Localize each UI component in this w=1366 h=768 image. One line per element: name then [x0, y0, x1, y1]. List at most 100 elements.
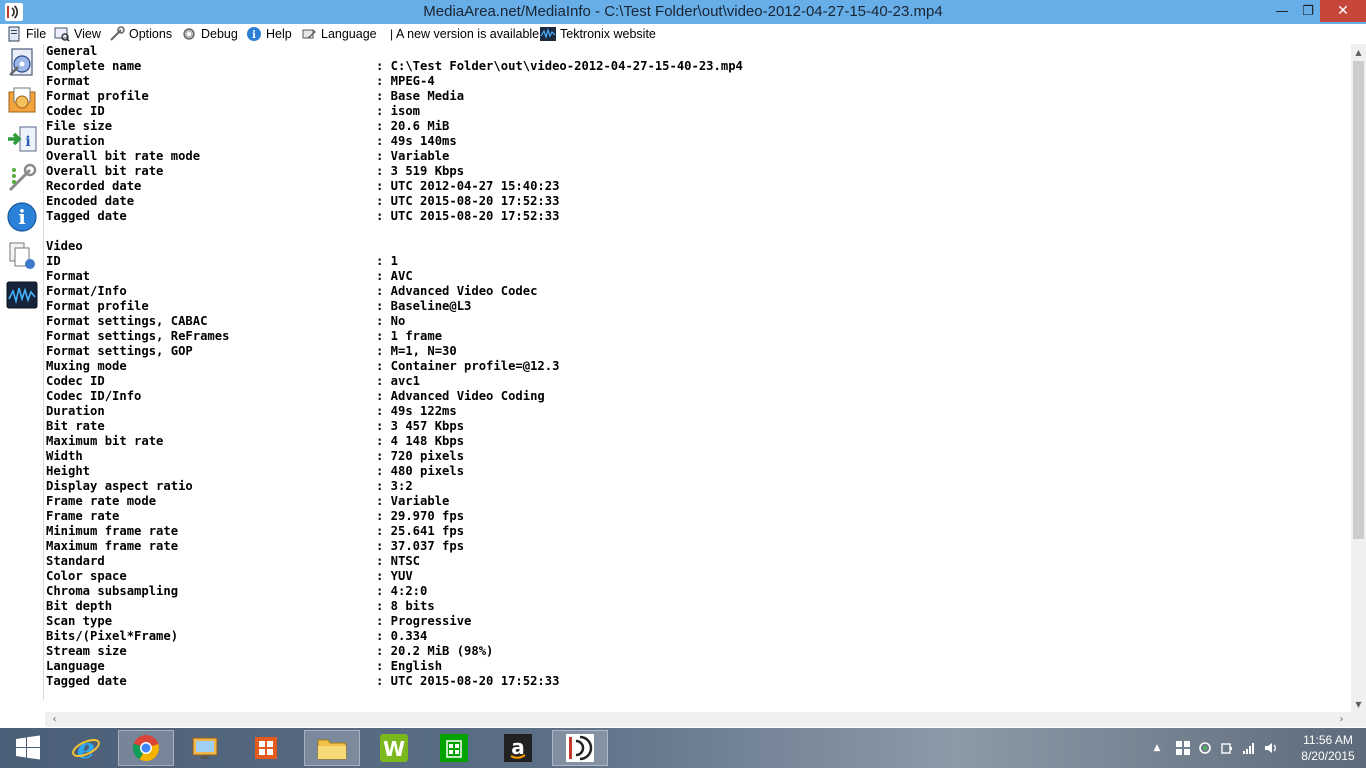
taskbar-file-explorer[interactable]: [304, 730, 360, 766]
show-hidden-icons-button[interactable]: ▲: [1149, 741, 1165, 755]
start-button[interactable]: [0, 730, 56, 766]
report-row: ID : 1: [46, 254, 398, 269]
word-perfect-icon: W: [380, 734, 408, 762]
start-icon: [16, 735, 40, 760]
report-row: Complete name: C:\Test Folder\out\video-…: [46, 59, 743, 74]
field-value: : 29.970 fps: [376, 509, 465, 523]
report-text-area[interactable]: General Complete name: C:\Test Folder\out…: [45, 44, 1351, 712]
debug-icon: [183, 28, 195, 40]
field-value: : 1 frame: [376, 329, 443, 343]
power-tray-icon[interactable]: [1219, 741, 1235, 755]
report-row: Format settings, ReFrames: 1 frame: [46, 329, 442, 344]
menu-view[interactable]: View: [54, 25, 101, 43]
report-row: Frame rate: 29.970 fps: [46, 509, 464, 524]
sheet-view-button[interactable]: [5, 239, 39, 273]
scroll-down-arrow-icon[interactable]: ▼: [1351, 696, 1366, 712]
field-key: Minimum frame rate: [46, 524, 179, 538]
preferences-button[interactable]: [5, 161, 39, 195]
field-value: : 37.037 fps: [376, 539, 465, 553]
taskbar-office[interactable]: [238, 730, 294, 766]
field-key: Complete name: [46, 59, 142, 73]
tektronix-website-label: Tektronix website: [560, 27, 656, 41]
menu-options[interactable]: Options: [109, 25, 172, 43]
field-key: Language: [46, 659, 105, 673]
taskbar-internet-explorer[interactable]: e: [58, 730, 114, 766]
report-row: Format/Info: Advanced Video Codec: [46, 284, 537, 299]
tektronix-button[interactable]: [5, 278, 39, 312]
field-key: Duration: [46, 134, 105, 148]
field-value: : 480 pixels: [376, 464, 465, 478]
field-value: : 25.641 fps: [376, 524, 465, 538]
report-row: Encoded date: UTC 2015-08-20 17:52:33: [46, 194, 559, 209]
open-file-icon: [9, 48, 33, 76]
field-value: : 4:2:0: [376, 584, 428, 598]
field-value: : 3 457 Kbps: [376, 419, 465, 433]
menu-language[interactable]: Language: [301, 25, 377, 43]
report-row: Maximum frame rate: 37.037 fps: [46, 539, 464, 554]
new-version-link[interactable]: A new version is available: [396, 25, 539, 43]
taskbar-clock[interactable]: 11:56 AM 8/20/2015: [1296, 732, 1360, 764]
field-value: : 3:2: [376, 479, 413, 493]
menu-view-label: View: [74, 27, 101, 41]
window-title: MediaArea.net/MediaInfo - C:\Test Folder…: [423, 3, 943, 20]
field-key: Bit depth: [46, 599, 113, 613]
field-value: : MPEG-4: [376, 74, 435, 88]
scroll-right-arrow-icon[interactable]: ›: [1334, 712, 1349, 727]
field-key: Maximum bit rate: [46, 434, 164, 448]
report-row: Scan type: Progressive: [46, 614, 471, 629]
field-value: : Variable: [376, 149, 450, 163]
report-row: Duration: 49s 140ms: [46, 134, 457, 149]
tektronix-website-link[interactable]: Tektronix website: [540, 25, 656, 43]
open-folder-button[interactable]: [5, 83, 39, 117]
field-key: Height: [46, 464, 91, 478]
tektronix-icon: [540, 27, 556, 41]
sync-tray-icon[interactable]: [1197, 741, 1213, 755]
field-value: : English: [376, 659, 443, 673]
taskbar-word-perfect[interactable]: W: [366, 730, 422, 766]
windows-flag-tray-icon[interactable]: [1175, 741, 1191, 755]
field-value: : Advanced Video Coding: [376, 389, 545, 403]
scroll-up-arrow-icon[interactable]: ▲: [1351, 44, 1366, 60]
report-row: Codec ID/Info: Advanced Video Coding: [46, 389, 545, 404]
menu-file[interactable]: File: [6, 25, 46, 43]
taskbar-store[interactable]: [426, 730, 482, 766]
about-button[interactable]: i: [5, 200, 39, 234]
taskbar-mediainfo[interactable]: [552, 730, 608, 766]
taskbar-remote-desktop[interactable]: [178, 730, 234, 766]
open-file-button[interactable]: [5, 46, 39, 80]
title-bar[interactable]: MediaArea.net/MediaInfo - C:\Test Folder…: [0, 0, 1366, 24]
field-key: Format: [46, 269, 91, 283]
vertical-scroll-thumb[interactable]: [1353, 61, 1364, 539]
office-icon: [255, 737, 277, 759]
close-button[interactable]: ✕: [1320, 0, 1366, 22]
taskbar-chrome[interactable]: [118, 730, 174, 766]
field-value: : YUV: [376, 569, 413, 583]
scroll-left-arrow-icon[interactable]: ‹: [47, 712, 62, 727]
field-key: ID: [46, 254, 61, 268]
field-key: Color space: [46, 569, 127, 583]
field-value: : Variable: [376, 494, 450, 508]
export-button[interactable]: i: [5, 122, 39, 156]
field-key: Format profile: [46, 299, 149, 313]
taskbar-amazon[interactable]: a: [490, 730, 546, 766]
report-row: File size: 20.6 MiB: [46, 119, 449, 134]
tektronix-icon: [6, 281, 38, 309]
field-value: : Container profile=@12.3: [376, 359, 560, 373]
menu-debug[interactable]: Debug: [181, 25, 238, 43]
vertical-scrollbar[interactable]: ▲ ▼: [1351, 44, 1366, 712]
clock-time: 11:56 AM: [1303, 733, 1353, 747]
report-row: Bits/(Pixel*Frame): 0.334: [46, 629, 427, 644]
report-row: Frame rate mode: Variable: [46, 494, 449, 509]
network-tray-icon[interactable]: [1241, 741, 1257, 755]
field-key: Chroma subsampling: [46, 584, 179, 598]
remote-desktop-icon: [192, 737, 218, 759]
horizontal-scrollbar[interactable]: ‹ ›: [45, 712, 1351, 727]
field-key: Encoded date: [46, 194, 135, 208]
menu-separator: |: [390, 27, 394, 41]
field-key: Format profile: [46, 89, 149, 103]
field-value: : AVC: [376, 269, 413, 283]
menu-help[interactable]: i Help: [246, 25, 292, 43]
field-value: : 1: [376, 254, 399, 268]
field-key: Codec ID: [46, 374, 105, 388]
volume-tray-icon[interactable]: [1263, 741, 1279, 755]
